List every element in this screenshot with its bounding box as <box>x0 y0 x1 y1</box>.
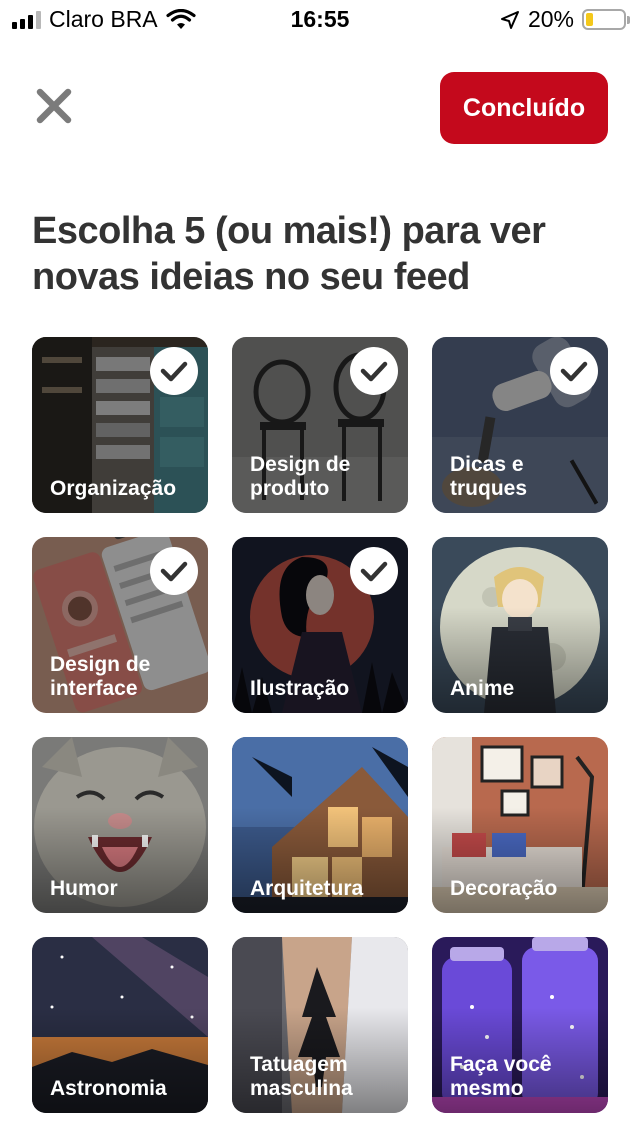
topic-tile-faca-voce-mesmo[interactable]: Faça você mesmo <box>432 937 608 1113</box>
status-bar: Claro BRA 16:55 20% <box>0 0 640 40</box>
topic-tile-design-de-produto[interactable]: Design de produto <box>232 337 408 513</box>
selected-check-icon <box>350 347 398 395</box>
close-button[interactable] <box>30 82 78 130</box>
location-arrow-icon <box>500 10 519 29</box>
topic-tile-astronomia[interactable]: Astronomia <box>32 937 208 1113</box>
close-icon <box>36 88 72 124</box>
battery-percent: 20% <box>527 6 574 32</box>
battery-icon <box>582 9 630 30</box>
topic-grid: Organização Design de produto Dicas e tr… <box>32 337 608 1113</box>
topic-label: Anime <box>450 677 515 700</box>
done-button[interactable]: Concluído <box>440 72 608 144</box>
topic-tile-anime[interactable]: Anime <box>432 537 608 713</box>
selected-check-icon <box>350 547 398 595</box>
topic-label: Humor <box>50 877 118 900</box>
topic-label: Design de interface <box>50 653 151 700</box>
topic-tile-humor[interactable]: Humor <box>32 737 208 913</box>
topic-tile-ilustracao[interactable]: Ilustração <box>232 537 408 713</box>
topic-label: Design de produto <box>250 453 351 500</box>
status-right: 20% <box>500 6 630 33</box>
topic-label: Arquitetura <box>250 877 364 900</box>
topic-label: Astronomia <box>50 1077 167 1100</box>
topic-tile-dicas-e-truques[interactable]: Dicas e truques <box>432 337 608 513</box>
battery-level <box>586 13 594 26</box>
page-title: Escolha 5 (ou mais!) para ver novas idei… <box>32 210 546 298</box>
topic-label: Organização <box>50 477 177 500</box>
topic-label: Faça você mesmo <box>450 1053 552 1100</box>
selected-check-icon <box>550 347 598 395</box>
topic-tile-tatuagem-masculina[interactable]: Tatuagem masculina <box>232 937 408 1113</box>
topic-tile-arquitetura[interactable]: Arquitetura <box>232 737 408 913</box>
topic-tile-decoracao[interactable]: Decoração <box>432 737 608 913</box>
topic-label: Decoração <box>450 877 558 900</box>
topic-label: Tatuagem masculina <box>250 1053 353 1100</box>
topic-label: Ilustração <box>250 677 350 700</box>
selected-check-icon <box>150 547 198 595</box>
topic-tile-organizacao[interactable]: Organização <box>32 337 208 513</box>
selected-check-icon <box>150 347 198 395</box>
topic-label: Dicas e truques <box>450 453 528 500</box>
topic-tile-design-de-interface[interactable]: Design de interface <box>32 537 208 713</box>
